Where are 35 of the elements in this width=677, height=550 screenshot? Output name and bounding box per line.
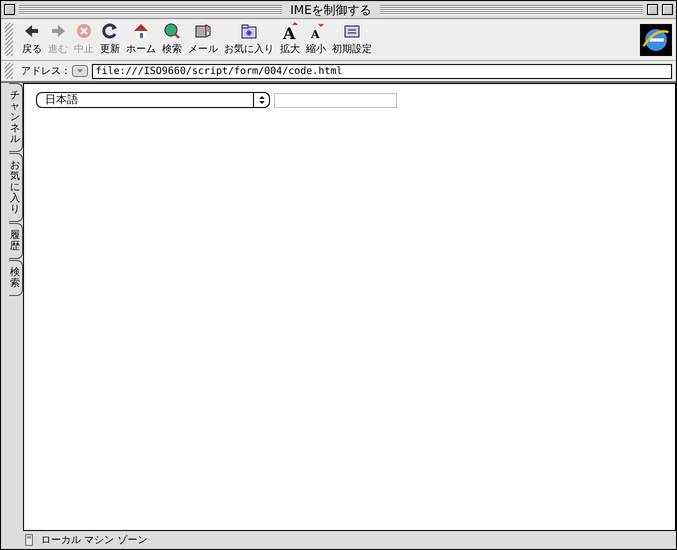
- side-tab[interactable]: 検索: [9, 260, 23, 296]
- language-select[interactable]: 日本語: [36, 92, 270, 108]
- address-label: アドレス :: [21, 64, 68, 78]
- side-tab[interactable]: お気に入り: [9, 153, 23, 222]
- stop-icon: [75, 22, 93, 40]
- history-dropdown-button[interactable]: [72, 65, 88, 77]
- close-box-icon[interactable]: [4, 4, 15, 15]
- right-arrow-icon: [49, 22, 67, 40]
- folder-icon: [240, 22, 258, 40]
- collapse-box-icon[interactable]: [662, 4, 674, 15]
- grip-icon[interactable]: [5, 63, 13, 79]
- search-icon: [163, 22, 181, 40]
- address-field[interactable]: file:///ISO9660/script/form/004/code.html: [92, 64, 672, 78]
- input-field[interactable]: [274, 93, 397, 108]
- left-arrow-icon: [23, 22, 41, 40]
- toolbar-button[interactable]: 初期設定: [329, 22, 375, 57]
- refresh-icon: [101, 22, 119, 40]
- toolbar-button[interactable]: 戻る: [19, 22, 45, 57]
- toolbar-button[interactable]: お気に入り: [221, 22, 277, 57]
- toolbar-button[interactable]: 検索: [159, 22, 185, 57]
- toolbar-button[interactable]: 更新: [97, 22, 123, 57]
- window-title: IMEを制御する: [289, 2, 373, 18]
- toolbar-button[interactable]: A 縮小: [303, 22, 329, 57]
- updown-arrows-icon: [256, 95, 266, 105]
- side-tab[interactable]: チャンネル: [9, 83, 23, 152]
- zoom-box-icon[interactable]: [647, 4, 658, 15]
- mailbox-icon: [194, 22, 212, 40]
- home-icon: [132, 22, 150, 40]
- toolbar-button[interactable]: メール: [185, 22, 221, 57]
- toolbar-button[interactable]: A 拡大: [277, 22, 303, 57]
- grip-icon[interactable]: [5, 23, 13, 56]
- status-text: ローカル マシン ゾーン: [41, 534, 148, 548]
- toolbar-button[interactable]: ホーム: [123, 22, 159, 57]
- computer-icon: [23, 534, 35, 546]
- side-tab[interactable]: 履歴: [9, 223, 23, 259]
